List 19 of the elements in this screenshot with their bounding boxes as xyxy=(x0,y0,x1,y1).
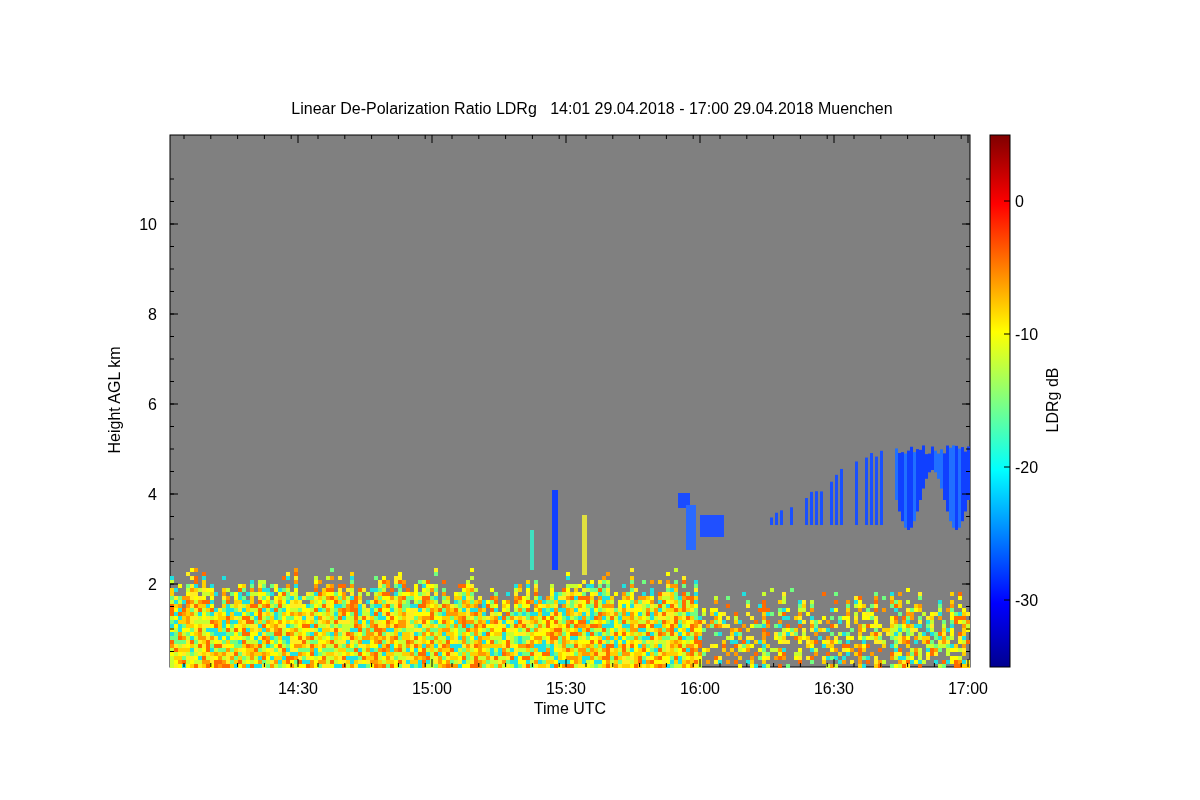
y-axis-label: Height AGL km xyxy=(106,346,123,454)
x-tick-label: 16:00 xyxy=(680,680,720,697)
colorbar-tick-label: -20 xyxy=(1015,459,1039,476)
y-tick-label: 8 xyxy=(148,306,157,323)
y-tick-label: 2 xyxy=(148,576,157,593)
chart-title: Linear De-Polarization Ratio LDRg 14:01 29.04.2018 - 17:00 29.04.2018 Muenchen xyxy=(291,100,893,117)
x-tick-label: 17:00 xyxy=(948,680,988,697)
colorbar-label: LDRg dB xyxy=(1044,367,1061,433)
x-tick-label: 16:30 xyxy=(814,680,854,697)
y-tick-label: 4 xyxy=(148,486,157,503)
colorbar-tick-label: -30 xyxy=(1015,592,1039,609)
x-tick-label: 14:30 xyxy=(278,680,318,697)
x-axis-label: Time UTC xyxy=(533,700,607,717)
colorbar-tick-label: -10 xyxy=(1015,326,1039,343)
colorbar-tick-label: 0 xyxy=(1015,193,1024,210)
x-tick-label: 15:00 xyxy=(412,680,452,697)
y-tick-label: 10 xyxy=(139,216,157,233)
y-tick-label: 6 xyxy=(148,396,157,413)
x-tick-label: 15:30 xyxy=(546,680,586,697)
